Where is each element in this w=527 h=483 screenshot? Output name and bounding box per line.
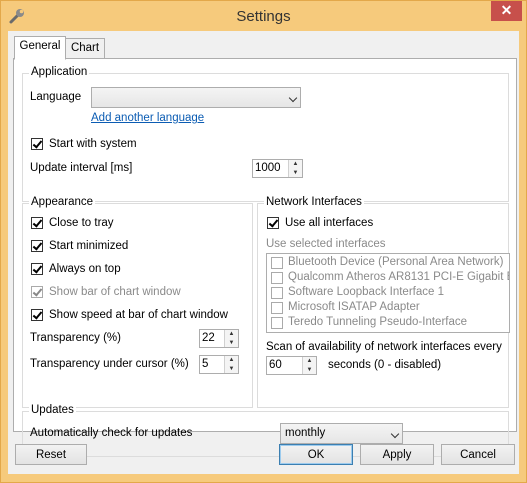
transparency-cursor-label: Transparency under cursor (%) bbox=[30, 358, 189, 370]
spin-up-icon[interactable]: ▲ bbox=[289, 160, 302, 168]
interface-label: Software Loopback Interface 1 bbox=[288, 286, 444, 298]
language-label: Language bbox=[30, 91, 82, 103]
interfaces-list[interactable]: Bluetooth Device (Personal Area Network)… bbox=[266, 253, 510, 333]
apply-button[interactable]: Apply bbox=[360, 444, 434, 465]
always-on-top-label: Always on top bbox=[49, 263, 121, 275]
use-selected-interfaces-label: Use selected interfaces bbox=[266, 238, 386, 250]
interface-checkbox[interactable] bbox=[271, 287, 283, 299]
list-item[interactable]: Microsoft ISATAP Adapter bbox=[271, 301, 509, 316]
appearance-group-title: Appearance bbox=[29, 196, 96, 208]
interface-label: Microsoft ISATAP Adapter bbox=[288, 301, 420, 313]
application-group-title: Application bbox=[29, 66, 90, 78]
scan-interval-stepper[interactable]: 60 ▲ ▼ bbox=[266, 356, 317, 375]
interface-checkbox[interactable] bbox=[271, 257, 283, 269]
interface-checkbox[interactable] bbox=[271, 317, 283, 329]
list-item[interactable]: Teredo Tunneling Pseudo-Interface bbox=[271, 316, 509, 331]
tab-chart[interactable]: Chart bbox=[65, 38, 105, 60]
spin-up-icon[interactable]: ▲ bbox=[225, 330, 238, 338]
updates-group-title: Updates bbox=[29, 404, 76, 416]
interface-label: Teredo Tunneling Pseudo-Interface bbox=[288, 316, 468, 328]
show-speed-bar-label: Show speed at bar of chart window bbox=[49, 309, 228, 321]
use-all-interfaces-checkbox[interactable] bbox=[267, 217, 279, 229]
auto-check-updates-label: Automatically check for updates bbox=[30, 427, 193, 439]
appearance-group: Appearance Close to tray Start minimized… bbox=[22, 196, 253, 408]
interface-checkbox[interactable] bbox=[271, 302, 283, 314]
update-interval-label: Update interval [ms] bbox=[30, 162, 133, 174]
reset-button[interactable]: Reset bbox=[15, 444, 87, 465]
update-frequency-select[interactable]: monthly bbox=[280, 423, 403, 444]
chevron-down-icon bbox=[390, 429, 400, 439]
show-bar-chart-window-label: Show bar of chart window bbox=[49, 286, 181, 298]
update-interval-value: 1000 bbox=[255, 162, 281, 174]
always-on-top-checkbox[interactable] bbox=[31, 263, 43, 275]
transparency-cursor-value: 5 bbox=[202, 358, 209, 370]
updates-group: Updates Automatically check for updates … bbox=[22, 404, 509, 457]
spin-down-icon[interactable]: ▼ bbox=[289, 169, 302, 177]
interface-checkbox[interactable] bbox=[271, 272, 283, 284]
close-button[interactable]: ✕ bbox=[491, 1, 522, 21]
list-item[interactable]: Bluetooth Device (Personal Area Network) bbox=[271, 256, 509, 271]
start-with-system-checkbox[interactable] bbox=[31, 138, 43, 150]
interface-label: Qualcomm Atheros AR8131 PCI-E Gigabit Et… bbox=[288, 271, 510, 283]
cancel-button[interactable]: Cancel bbox=[441, 444, 515, 465]
close-to-tray-label: Close to tray bbox=[49, 217, 114, 229]
transparency-cursor-stepper[interactable]: 5 ▲ ▼ bbox=[199, 355, 239, 374]
application-group: Application Language Add another languag… bbox=[22, 66, 509, 202]
general-tab-panel: Application Language Add another languag… bbox=[13, 58, 517, 457]
update-interval-stepper[interactable]: 1000 ▲ ▼ bbox=[252, 159, 303, 178]
add-language-link[interactable]: Add another language bbox=[91, 112, 204, 124]
chevron-down-icon bbox=[288, 93, 298, 103]
language-select[interactable] bbox=[91, 87, 301, 108]
show-speed-bar-checkbox[interactable] bbox=[31, 309, 43, 321]
network-interfaces-group: Network Interfaces Use all interfaces Us… bbox=[257, 196, 510, 408]
spin-down-icon[interactable]: ▼ bbox=[225, 365, 238, 373]
tab-general[interactable]: General bbox=[14, 36, 66, 60]
use-all-interfaces-label: Use all interfaces bbox=[285, 217, 374, 229]
network-interfaces-group-title: Network Interfaces bbox=[264, 196, 364, 208]
interface-label: Bluetooth Device (Personal Area Network) bbox=[288, 256, 504, 268]
ok-button[interactable]: OK bbox=[279, 444, 353, 465]
start-minimized-label: Start minimized bbox=[49, 240, 129, 252]
spin-up-icon[interactable]: ▲ bbox=[303, 357, 316, 365]
transparency-stepper[interactable]: 22 ▲ ▼ bbox=[199, 329, 239, 348]
start-with-system-label: Start with system bbox=[49, 138, 137, 150]
transparency-label: Transparency (%) bbox=[30, 332, 121, 344]
scan-interval-suffix: seconds (0 - disabled) bbox=[328, 359, 442, 371]
start-minimized-checkbox[interactable] bbox=[31, 240, 43, 252]
transparency-value: 22 bbox=[202, 332, 215, 344]
client-area: General Chart Application Language Add a… bbox=[8, 31, 519, 474]
scan-interval-label: Scan of availability of network interfac… bbox=[266, 341, 502, 353]
spin-down-icon[interactable]: ▼ bbox=[225, 339, 238, 347]
settings-window: Settings ✕ General Chart Application Lan… bbox=[0, 0, 527, 483]
window-title: Settings bbox=[236, 8, 291, 25]
close-to-tray-checkbox[interactable] bbox=[31, 217, 43, 229]
show-bar-chart-window-checkbox[interactable] bbox=[31, 286, 43, 298]
list-item[interactable]: Qualcomm Atheros AR8131 PCI-E Gigabit Et… bbox=[271, 271, 510, 286]
spin-up-icon[interactable]: ▲ bbox=[225, 356, 238, 364]
title-bar[interactable]: Settings ✕ bbox=[1, 1, 526, 32]
scan-interval-value: 60 bbox=[269, 359, 282, 371]
list-item[interactable]: Software Loopback Interface 1 bbox=[271, 286, 509, 301]
spin-down-icon[interactable]: ▼ bbox=[303, 366, 316, 374]
update-frequency-value: monthly bbox=[285, 427, 326, 439]
